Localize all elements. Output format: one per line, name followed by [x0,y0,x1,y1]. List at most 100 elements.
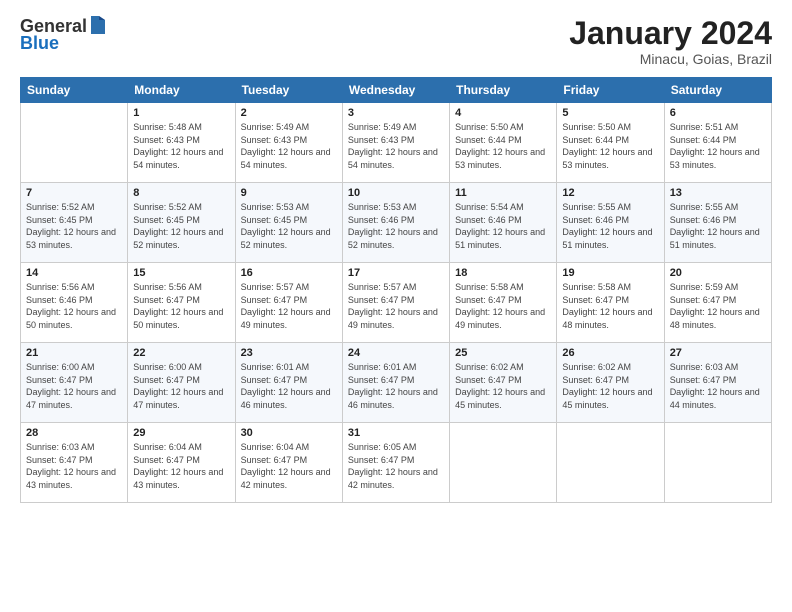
day-info: Sunrise: 5:59 AMSunset: 6:47 PMDaylight:… [670,282,760,330]
day-info: Sunrise: 5:52 AMSunset: 6:45 PMDaylight:… [26,202,116,250]
day-info: Sunrise: 5:52 AMSunset: 6:45 PMDaylight:… [133,202,223,250]
day-number: 8 [133,187,229,199]
day-info: Sunrise: 6:01 AMSunset: 6:47 PMDaylight:… [348,362,438,410]
day-number: 18 [455,267,551,279]
col-monday: Monday [128,78,235,103]
table-cell: 30 Sunrise: 6:04 AMSunset: 6:47 PMDayligh… [235,423,342,503]
day-number: 28 [26,427,122,439]
day-number: 13 [670,187,766,199]
table-cell: 18Sunrise: 5:58 AMSunset: 6:47 PMDayligh… [450,263,557,343]
day-info: Sunrise: 5:53 AMSunset: 6:45 PMDaylight:… [241,202,331,250]
header: General Blue January 2024 Minacu, Goias,… [20,16,772,67]
table-cell: 1 Sunrise: 5:48 AMSunset: 6:43 PMDaylight… [128,103,235,183]
day-number: 14 [26,267,122,279]
table-cell [664,423,771,503]
day-info: Sunrise: 5:57 AMSunset: 6:47 PMDaylight:… [241,282,331,330]
logo-icon [89,16,107,36]
day-info: Sunrise: 6:00 AMSunset: 6:47 PMDaylight:… [133,362,223,410]
table-cell: 23 Sunrise: 6:01 AMSunset: 6:47 PMDayligh… [235,343,342,423]
table-cell: 4 Sunrise: 5:50 AMSunset: 6:44 PMDaylight… [450,103,557,183]
col-wednesday: Wednesday [342,78,449,103]
day-number: 22 [133,347,229,359]
table-cell: 24Sunrise: 6:01 AMSunset: 6:47 PMDayligh… [342,343,449,423]
day-info: Sunrise: 5:49 AMSunset: 6:43 PMDaylight:… [241,122,331,170]
calendar-week-row: 21 Sunrise: 6:00 AMSunset: 6:47 PMDayligh… [21,343,772,423]
day-number: 16 [241,267,337,279]
table-cell: 13 Sunrise: 5:55 AMSunset: 6:46 PMDayligh… [664,183,771,263]
day-info: Sunrise: 6:01 AMSunset: 6:47 PMDaylight:… [241,362,331,410]
day-number: 30 [241,427,337,439]
day-info: Sunrise: 5:56 AMSunset: 6:46 PMDaylight:… [26,282,116,330]
day-number: 17 [348,267,444,279]
table-cell: 21 Sunrise: 6:00 AMSunset: 6:47 PMDayligh… [21,343,128,423]
day-info: Sunrise: 5:55 AMSunset: 6:46 PMDaylight:… [670,202,760,250]
table-cell: 6Sunrise: 5:51 AMSunset: 6:44 PMDaylight… [664,103,771,183]
table-cell: 26Sunrise: 6:02 AMSunset: 6:47 PMDayligh… [557,343,664,423]
table-cell: 22 Sunrise: 6:00 AMSunset: 6:47 PMDayligh… [128,343,235,423]
day-number: 27 [670,347,766,359]
day-number: 15 [133,267,229,279]
calendar-week-row: 14 Sunrise: 5:56 AMSunset: 6:46 PMDayligh… [21,263,772,343]
day-info: Sunrise: 5:49 AMSunset: 6:43 PMDaylight:… [348,122,438,170]
day-number: 4 [455,107,551,119]
col-saturday: Saturday [664,78,771,103]
day-info: Sunrise: 6:02 AMSunset: 6:47 PMDaylight:… [562,362,652,410]
location: Minacu, Goias, Brazil [569,51,772,67]
day-number: 2 [241,107,337,119]
table-cell: 29 Sunrise: 6:04 AMSunset: 6:47 PMDayligh… [128,423,235,503]
day-number: 23 [241,347,337,359]
col-friday: Friday [557,78,664,103]
day-number: 31 [348,427,444,439]
table-cell: 25Sunrise: 6:02 AMSunset: 6:47 PMDayligh… [450,343,557,423]
day-number: 25 [455,347,551,359]
table-cell [450,423,557,503]
table-cell: 3 Sunrise: 5:49 AMSunset: 6:43 PMDaylight… [342,103,449,183]
col-sunday: Sunday [21,78,128,103]
day-info: Sunrise: 5:53 AMSunset: 6:46 PMDaylight:… [348,202,438,250]
table-cell: 16 Sunrise: 5:57 AMSunset: 6:47 PMDayligh… [235,263,342,343]
calendar-header-row: Sunday Monday Tuesday Wednesday Thursday… [21,78,772,103]
table-cell: 8 Sunrise: 5:52 AMSunset: 6:45 PMDaylight… [128,183,235,263]
table-cell: 27Sunrise: 6:03 AMSunset: 6:47 PMDayligh… [664,343,771,423]
day-number: 11 [455,187,551,199]
day-info: Sunrise: 6:04 AMSunset: 6:47 PMDaylight:… [241,442,331,490]
day-info: Sunrise: 5:48 AMSunset: 6:43 PMDaylight:… [133,122,223,170]
day-info: Sunrise: 5:55 AMSunset: 6:46 PMDaylight:… [562,202,652,250]
day-info: Sunrise: 5:51 AMSunset: 6:44 PMDaylight:… [670,122,760,170]
day-number: 1 [133,107,229,119]
table-cell: 9 Sunrise: 5:53 AMSunset: 6:45 PMDaylight… [235,183,342,263]
day-number: 7 [26,187,122,199]
day-info: Sunrise: 6:04 AMSunset: 6:47 PMDaylight:… [133,442,223,490]
day-number: 21 [26,347,122,359]
table-cell: 28Sunrise: 6:03 AMSunset: 6:47 PMDayligh… [21,423,128,503]
col-tuesday: Tuesday [235,78,342,103]
table-cell: 15Sunrise: 5:56 AMSunset: 6:47 PMDayligh… [128,263,235,343]
calendar-week-row: 7 Sunrise: 5:52 AMSunset: 6:45 PMDaylight… [21,183,772,263]
day-info: Sunrise: 6:05 AMSunset: 6:47 PMDaylight:… [348,442,438,490]
table-cell: 31 Sunrise: 6:05 AMSunset: 6:47 PMDayligh… [342,423,449,503]
calendar-week-row: 28Sunrise: 6:03 AMSunset: 6:47 PMDayligh… [21,423,772,503]
table-cell: 12 Sunrise: 5:55 AMSunset: 6:46 PMDayligh… [557,183,664,263]
day-number: 3 [348,107,444,119]
table-cell: 14 Sunrise: 5:56 AMSunset: 6:46 PMDayligh… [21,263,128,343]
day-number: 5 [562,107,658,119]
col-thursday: Thursday [450,78,557,103]
day-info: Sunrise: 5:58 AMSunset: 6:47 PMDaylight:… [562,282,652,330]
table-cell: 11Sunrise: 5:54 AMSunset: 6:46 PMDayligh… [450,183,557,263]
day-info: Sunrise: 6:00 AMSunset: 6:47 PMDaylight:… [26,362,116,410]
day-number: 29 [133,427,229,439]
page: General Blue January 2024 Minacu, Goias,… [0,0,792,612]
day-number: 19 [562,267,658,279]
day-info: Sunrise: 5:50 AMSunset: 6:44 PMDaylight:… [455,122,545,170]
day-number: 9 [241,187,337,199]
table-cell: 2 Sunrise: 5:49 AMSunset: 6:43 PMDaylight… [235,103,342,183]
table-cell: 20 Sunrise: 5:59 AMSunset: 6:47 PMDayligh… [664,263,771,343]
day-number: 20 [670,267,766,279]
day-number: 12 [562,187,658,199]
title-block: January 2024 Minacu, Goias, Brazil [569,16,772,67]
table-cell: 19 Sunrise: 5:58 AMSunset: 6:47 PMDayligh… [557,263,664,343]
month-year: January 2024 [569,16,772,51]
table-cell [21,103,128,183]
table-cell [557,423,664,503]
day-info: Sunrise: 5:57 AMSunset: 6:47 PMDaylight:… [348,282,438,330]
